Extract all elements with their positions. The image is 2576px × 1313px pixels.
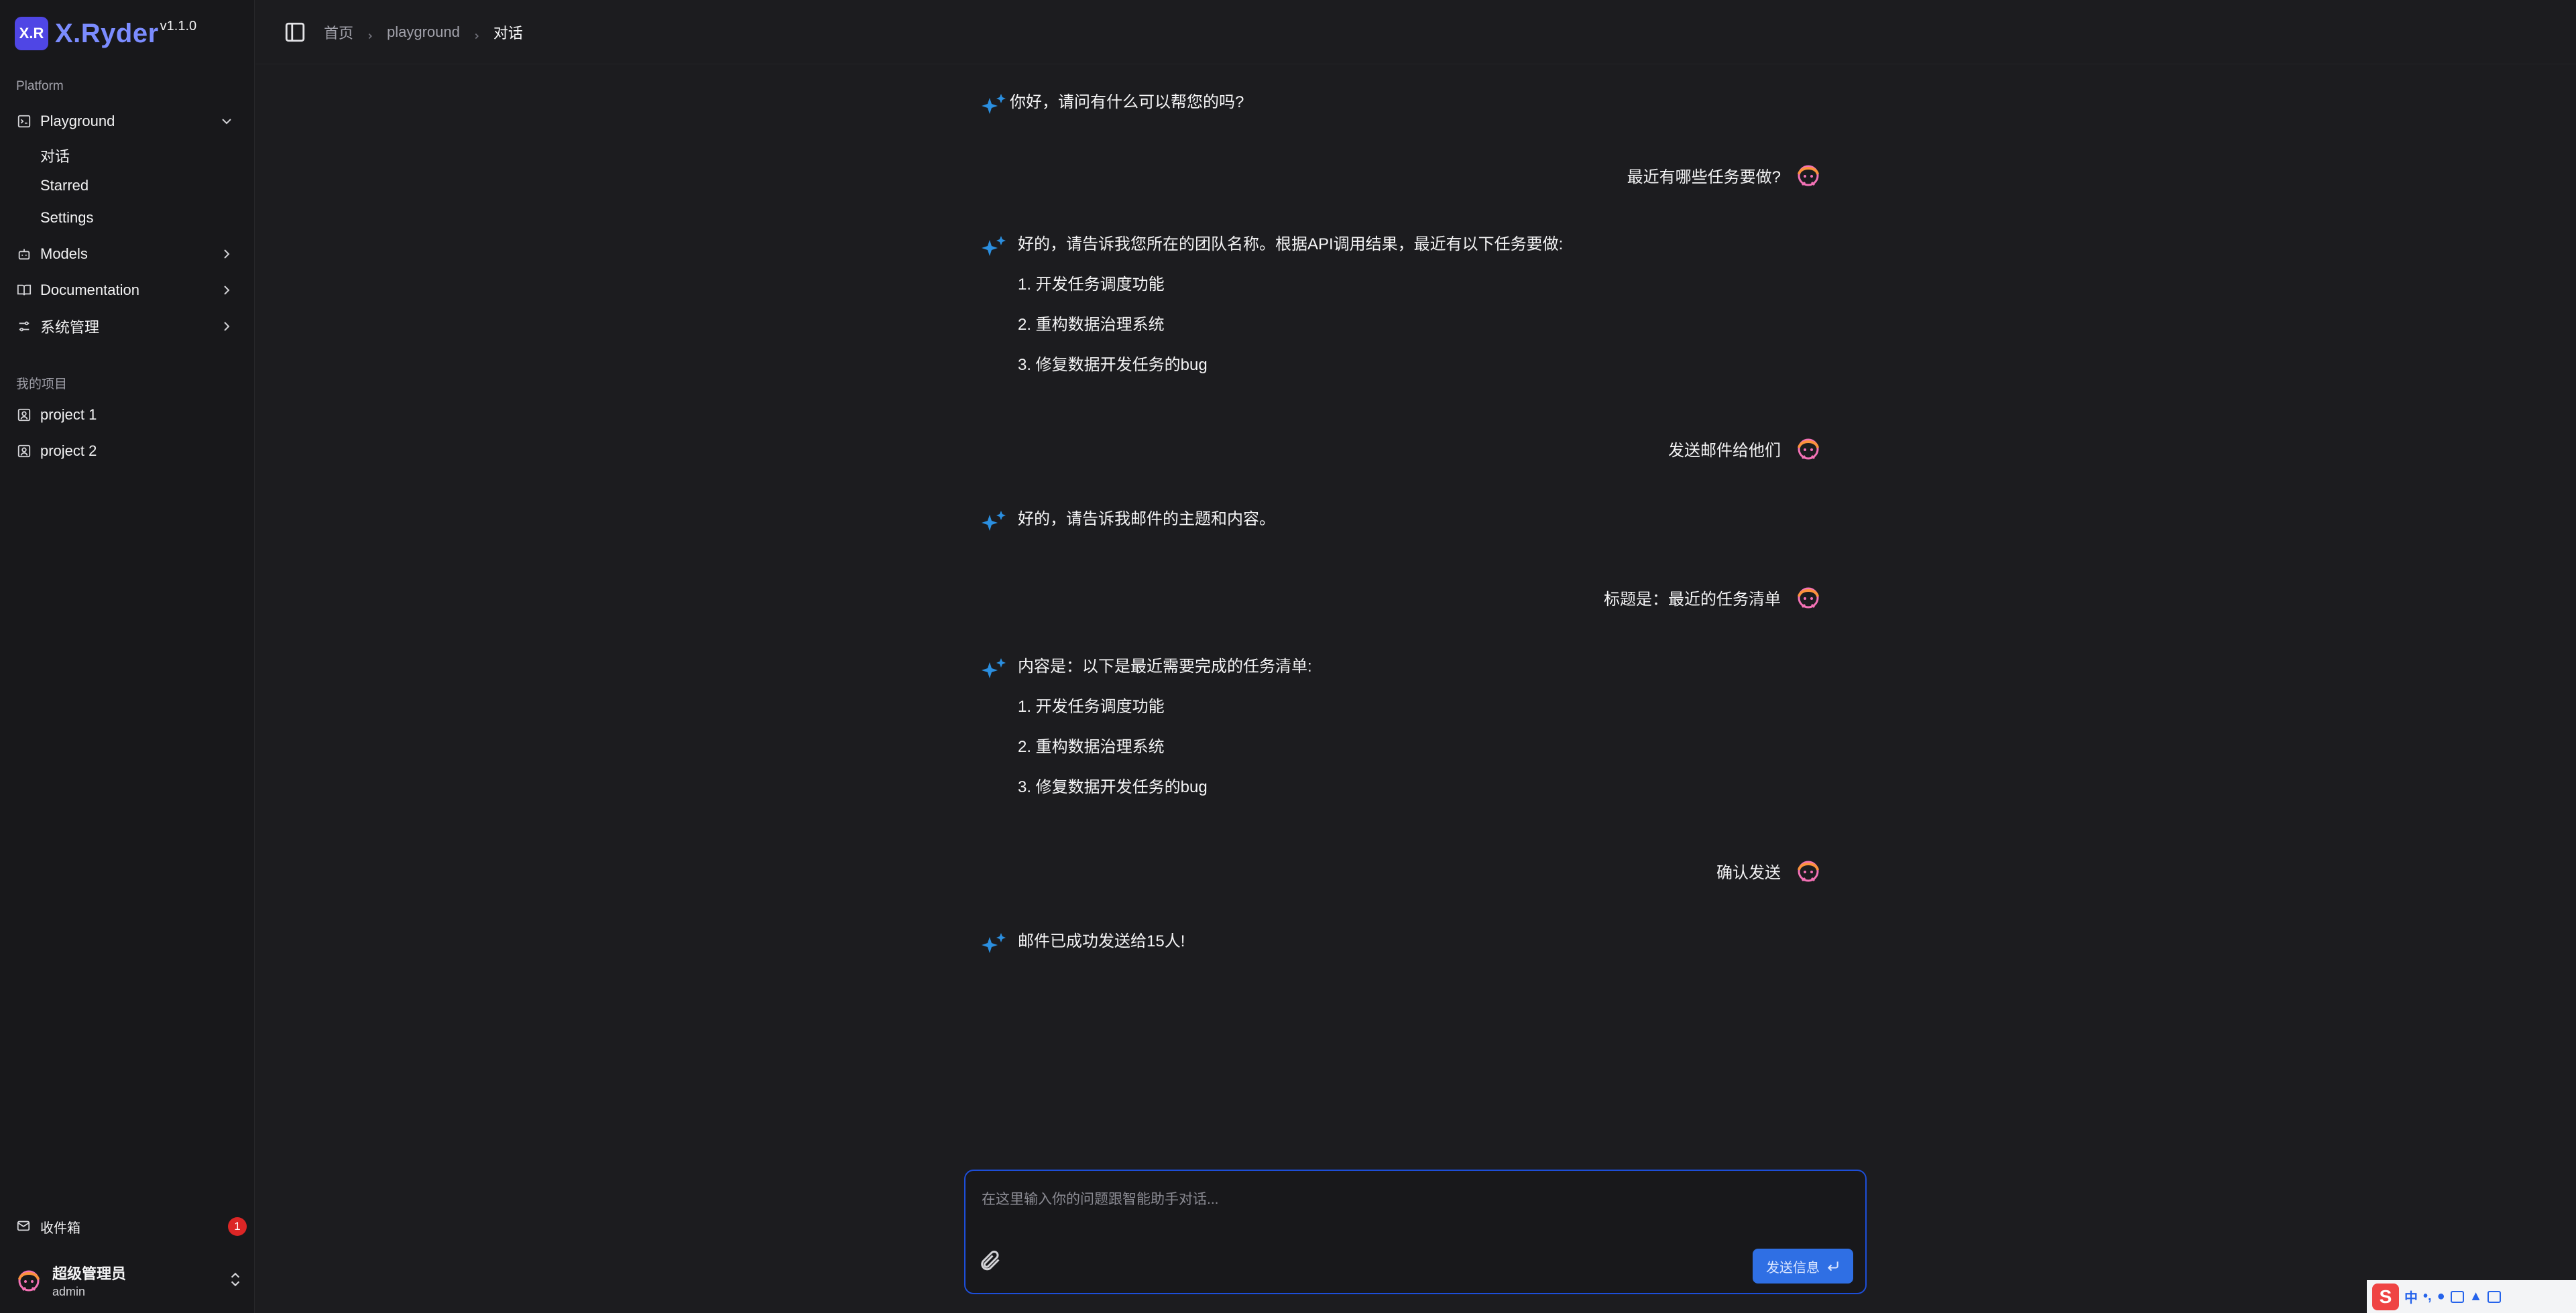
assistant-message: 好的，请告诉我您所在的团队名称。根据API调用结果，最近有以下任务要做: 1. … [979,235,1563,375]
message-line: 2. 重构数据治理系统 [1018,316,1165,334]
message-line: 好的，请告诉我您所在的团队名称。根据API调用结果，最近有以下任务要做: [1018,235,1564,253]
paperclip-icon[interactable] [978,1249,1004,1275]
grid-icon[interactable] [2487,1290,2502,1303]
book-open-icon [16,282,32,298]
sidebar-item-label: Documentation [40,282,139,298]
sidebar-item-system[interactable]: 系统管理 [12,311,244,342]
sliders-icon [16,318,32,334]
sidebar-item-models[interactable]: Models [12,239,244,269]
send-button[interactable]: 发送信息 [1753,1249,1853,1284]
corner-down-left-icon [1827,1261,1838,1271]
ime-mode[interactable]: 中 [2404,1287,2418,1306]
sidebar-item-project-2[interactable]: project 2 [12,436,244,466]
inbox-count-badge: 1 [228,1217,247,1236]
brand-name: X.Ryder [55,18,159,48]
message-line: 3. 修复数据开发任务的bug [1018,356,1208,374]
message-text: 发送邮件给他们 [1668,441,1781,460]
user-square-icon [16,443,32,459]
assistant-message: 你好，请问有什么可以帮您的吗? [979,92,1244,121]
terminal-square-icon [16,113,32,129]
sidebar-item-label: 系统管理 [40,319,100,336]
message-line: 1. 开发任务调度功能 [1018,698,1165,716]
shirt-icon[interactable]: ▲ [2469,1289,2483,1304]
user-role: admin [52,1284,86,1298]
breadcrumb-current: 对话 [493,24,523,42]
ime-toolbar[interactable]: S 中 •, ● ▲ [2367,1280,2576,1313]
message-line: 邮件已成功发送给15人! [1018,932,1185,950]
bot-icon [16,246,32,262]
sidebar-item-playground[interactable]: Playground [12,106,244,137]
avatar [1798,861,1819,882]
message-line: 内容是：以下是最近需要完成的任务清单: [1018,658,1312,676]
sidebar-item-label: project 1 [40,406,97,423]
user-message: 发送邮件给他们 [1668,433,1824,464]
assistant-message: 好的，请告诉我邮件的主题和内容。 [979,509,1275,538]
avatar [18,1270,40,1292]
sparkles-icon [982,511,1006,531]
message-composer: 发送信息 [964,1170,1867,1294]
send-button-label: 发送信息 [1766,1260,1820,1275]
chat-thread: 你好，请问有什么可以帮您的吗? 最近有哪些任务要做? 好的，请告诉我您所在的团队… [965,64,1824,1157]
microphone-icon[interactable]: ● [2437,1289,2445,1304]
punctuation-icon[interactable]: •, [2423,1289,2432,1304]
avatar [1798,165,1819,186]
assistant-message: 邮件已成功发送给15人! [979,932,1185,960]
chevrons-up-down-icon [227,1271,244,1288]
sidebar-item-label: Playground [40,113,115,129]
ime-logo: S [2372,1283,2399,1310]
user-name: 超级管理员 [52,1265,127,1282]
chevron-right-icon [365,27,375,39]
sidebar-item-label: 收件箱 [40,1221,80,1236]
user-message: 最近有哪些任务要做? [1627,160,1824,190]
sparkles-icon [982,94,1006,114]
message-text: 确认发送 [1716,863,1781,882]
chevron-right-icon [472,27,481,39]
brand-version: v1.1.0 [160,19,197,34]
brand[interactable]: X.R X.Ryder v1.1.0 [15,16,196,51]
message-text: 最近有哪些任务要做? [1627,168,1781,186]
section-label-projects: 我的项目 [16,377,68,391]
sidebar-item-inbox[interactable]: 收件箱 1 [12,1213,247,1240]
sidebar-subitem-starred[interactable]: Starred [40,177,89,194]
message-line: 2. 重构数据治理系统 [1018,738,1165,756]
top-header: 首页 playground 对话 [255,0,2576,64]
sparkles-icon [982,658,1006,678]
message-line: 好的，请告诉我邮件的主题和内容。 [1018,510,1275,528]
mail-icon [16,1218,32,1235]
sidebar-subitem-chat[interactable]: 对话 [40,145,70,166]
message-text: 标题是：最近的任务清单 [1604,590,1781,609]
sparkles-icon [982,236,1006,256]
section-label-platform: Platform [16,79,64,93]
breadcrumb-playground[interactable]: playground [387,23,460,41]
avatar [1798,438,1819,460]
chevron-right-icon [219,246,235,262]
sparkles-icon [982,933,1006,953]
user-message: 标题是：最近的任务清单 [1604,582,1824,613]
chevron-right-icon [219,318,235,334]
chevron-right-icon [219,282,235,298]
user-message: 确认发送 [1716,855,1824,886]
sidebar-item-label: Models [40,245,88,262]
avatar [1798,587,1819,609]
assistant-message: 内容是：以下是最近需要完成的任务清单: 1. 开发任务调度功能 2. 重构数据治… [979,657,1312,798]
sidebar-subitem-settings[interactable]: Settings [40,209,94,227]
user-info: 超级管理员 admin [52,1262,126,1299]
breadcrumb: 首页 playground 对话 [324,21,523,43]
message-line: 你好，请问有什么可以帮您的吗? [1010,93,1244,111]
brand-logo: X.R [15,17,48,50]
sidebar-item-label: project 2 [40,442,97,459]
user-menu[interactable]: 超级管理员 admin [13,1260,248,1300]
message-input[interactable] [982,1188,1847,1242]
breadcrumb-home[interactable]: 首页 [324,21,353,43]
sidebar-item-documentation[interactable]: Documentation [12,275,244,306]
sidebar: X.R X.Ryder v1.1.0 Platform Playground 对… [0,0,255,1313]
message-line: 3. 修复数据开发任务的bug [1018,778,1208,796]
sidebar-toggle-icon[interactable] [284,21,306,44]
message-line: 1. 开发任务调度功能 [1018,275,1165,294]
user-square-icon [16,407,32,423]
chevron-down-icon [219,113,235,129]
keyboard-icon[interactable] [2450,1290,2464,1303]
sidebar-item-project-1[interactable]: project 1 [12,399,244,430]
